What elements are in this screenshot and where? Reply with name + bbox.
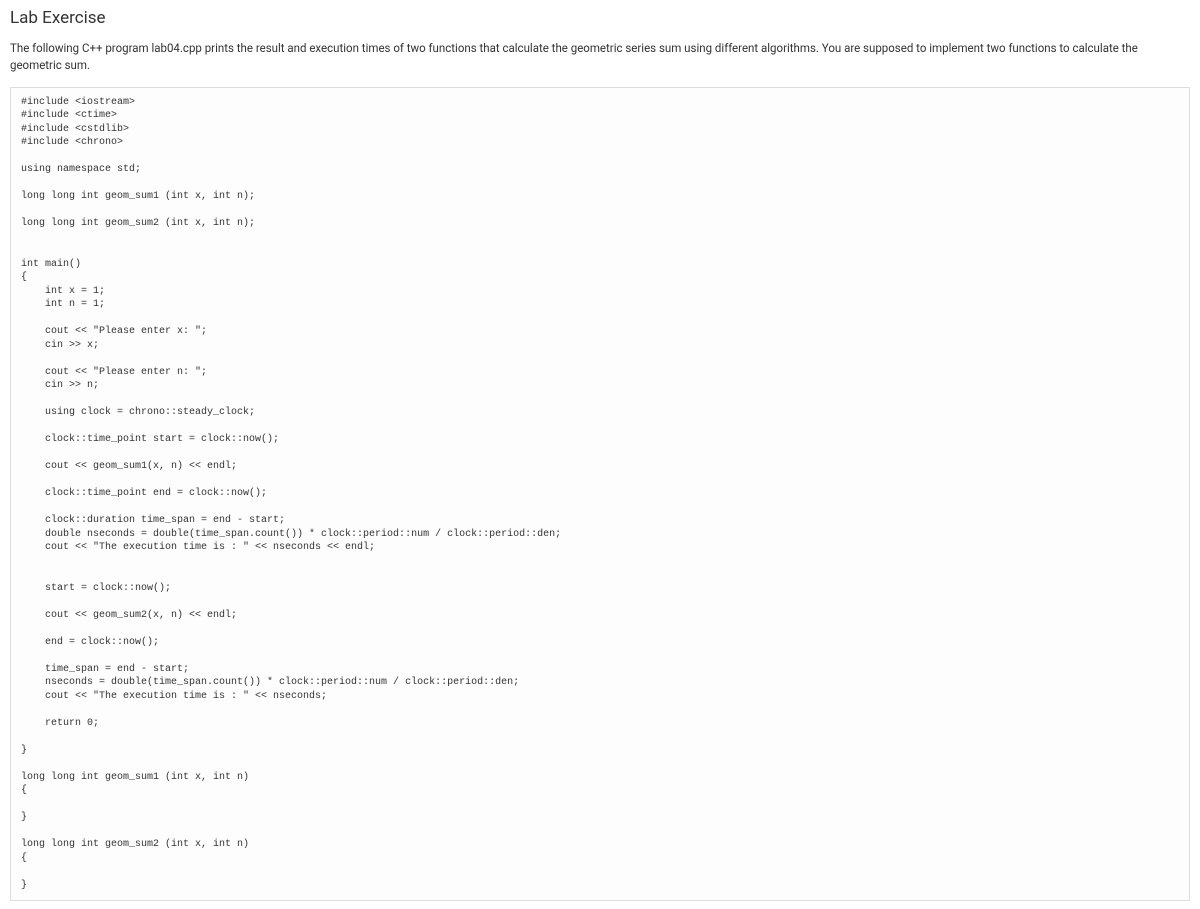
exercise-description: The following C++ program lab04.cpp prin… xyxy=(10,40,1190,75)
code-block: #include <iostream> #include <ctime> #in… xyxy=(10,87,1190,902)
page-title: Lab Exercise xyxy=(10,8,1190,28)
